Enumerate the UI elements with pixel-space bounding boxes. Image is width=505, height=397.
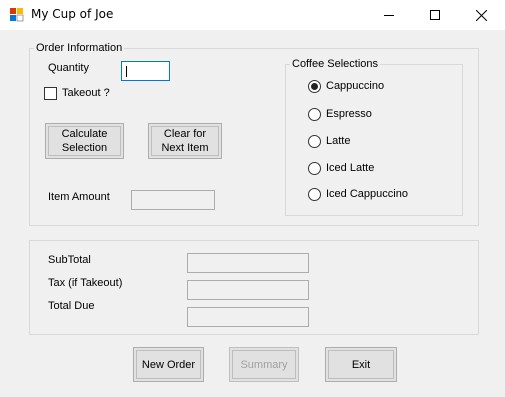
summary-button[interactable]: Summary — [229, 347, 299, 382]
quantity-label: Quantity — [48, 62, 89, 74]
radio-label[interactable]: Iced Latte — [326, 162, 374, 174]
new-order-button[interactable]: New Order — [133, 347, 204, 382]
item-amount-field — [131, 190, 215, 210]
clear-next-item-label: Clear for Next Item — [161, 128, 209, 154]
tax-label: Tax (if Takeout) — [48, 277, 123, 289]
total-due-field — [187, 307, 309, 327]
app-icon — [9, 7, 25, 23]
radio-button[interactable] — [308, 162, 321, 175]
close-button[interactable] — [458, 0, 504, 30]
window-title: My Cup of Joe — [31, 7, 114, 21]
close-icon — [475, 9, 487, 21]
maximize-icon — [430, 10, 440, 20]
new-order-label: New Order — [141, 358, 196, 371]
calculate-selection-button[interactable]: Calculate Selection — [45, 123, 124, 159]
tax-field — [187, 280, 309, 300]
minimize-icon — [384, 15, 394, 16]
minimize-button[interactable] — [366, 0, 412, 30]
calculate-selection-label: Calculate Selection — [61, 128, 108, 154]
radio-button[interactable] — [308, 108, 321, 121]
text-caret — [126, 66, 127, 77]
exit-label: Exit — [351, 358, 371, 371]
radio-button[interactable] — [308, 135, 321, 148]
title-bar[interactable]: My Cup of Joe — [0, 0, 505, 30]
order-information-legend: Order Information — [34, 42, 125, 54]
quantity-input[interactable] — [121, 61, 170, 81]
subtotal-field — [187, 253, 309, 273]
exit-button[interactable]: Exit — [325, 347, 397, 382]
subtotal-label: SubTotal — [48, 254, 91, 266]
clear-next-item-button[interactable]: Clear for Next Item — [148, 123, 222, 159]
radio-label[interactable]: Cappuccino — [326, 80, 384, 92]
total-due-label: Total Due — [48, 300, 95, 312]
takeout-label[interactable]: Takeout ? — [62, 87, 110, 99]
radio-label[interactable]: Latte — [326, 135, 350, 147]
item-amount-label: Item Amount — [48, 191, 110, 203]
radio-button[interactable] — [308, 80, 321, 93]
radio-button[interactable] — [308, 188, 321, 201]
coffee-selections-legend: Coffee Selections — [290, 58, 381, 70]
radio-label[interactable]: Iced Cappuccino — [326, 188, 408, 200]
takeout-checkbox[interactable] — [44, 87, 57, 100]
summary-label: Summary — [240, 358, 288, 371]
radio-label[interactable]: Espresso — [326, 108, 372, 120]
maximize-button[interactable] — [412, 0, 458, 30]
